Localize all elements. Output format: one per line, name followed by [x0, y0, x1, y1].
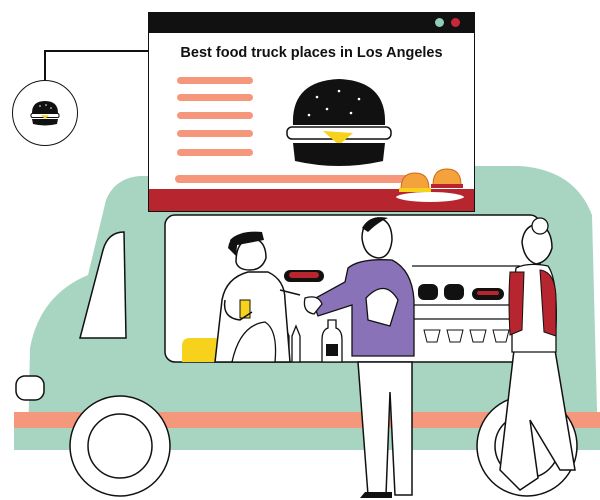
page-title: Best food truck places in Los Angeles — [180, 45, 443, 61]
connector-line — [44, 50, 46, 80]
burger-badge — [12, 80, 78, 146]
text-placeholder-line — [177, 77, 253, 84]
burger-icon — [286, 79, 392, 166]
front-wheel — [69, 395, 171, 497]
window-dot-icon[interactable] — [435, 18, 444, 27]
truck-headlight — [15, 375, 45, 401]
text-placeholder-line — [177, 149, 253, 156]
connector-line — [44, 50, 149, 52]
burger-plate-icon — [394, 168, 466, 204]
text-placeholder-line — [177, 94, 253, 101]
browser-window: Best food truck places in Los Angeles — [148, 12, 475, 212]
browser-title-bar — [149, 13, 474, 33]
text-placeholder-line — [177, 112, 253, 119]
highlight-bar — [175, 175, 417, 183]
window-close-dot-icon[interactable] — [451, 18, 460, 27]
text-placeholder-line — [177, 130, 253, 137]
burger-icon — [30, 101, 60, 126]
hotdog-icon — [284, 270, 324, 282]
